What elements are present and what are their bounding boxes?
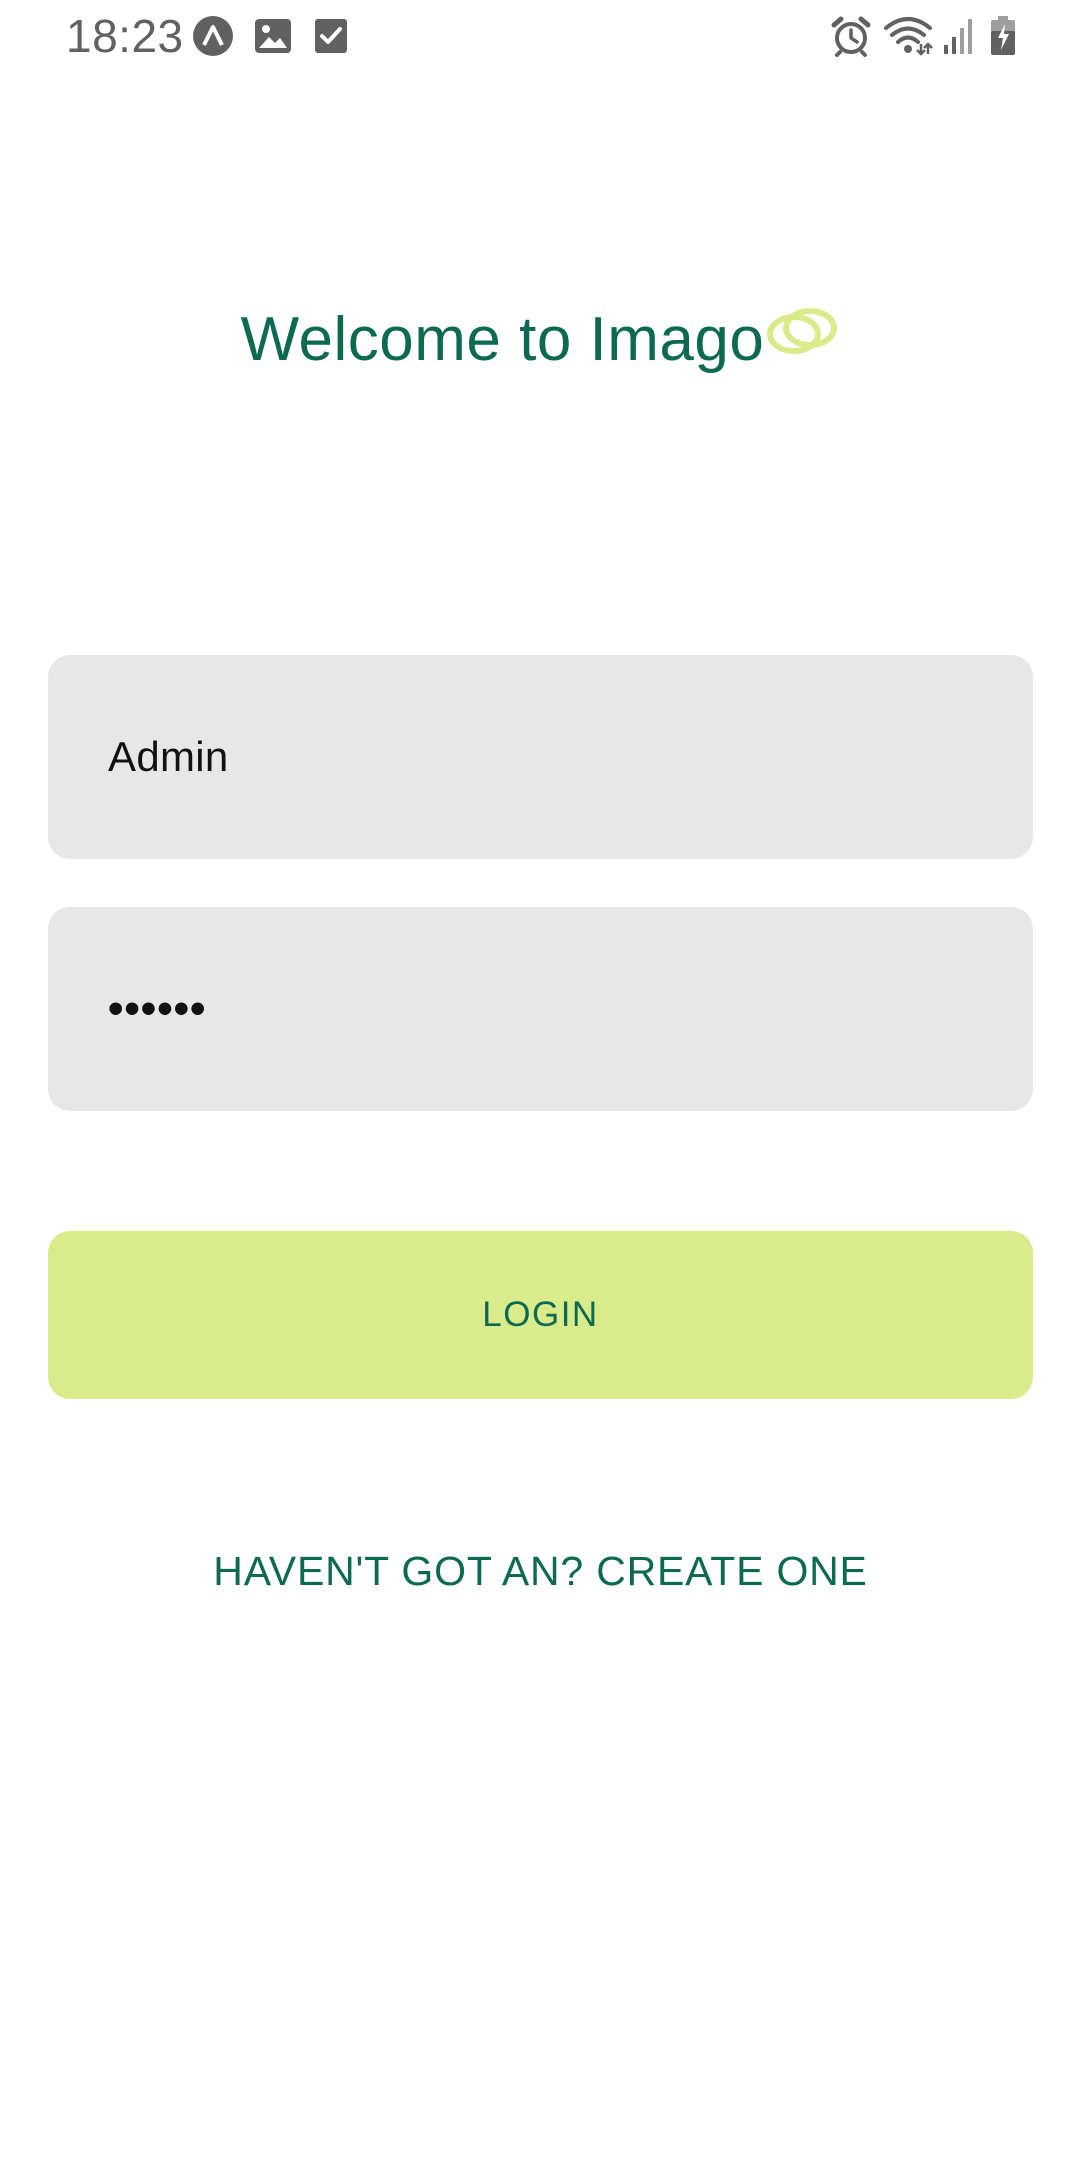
- interlocking-rings-logo-icon: [767, 308, 838, 354]
- status-time: 18:23: [66, 10, 184, 62]
- battery-charging-icon: [986, 14, 1020, 58]
- password-field[interactable]: ••••••: [48, 907, 1033, 1111]
- title-row: Welcome to Imago: [0, 300, 1081, 380]
- image-icon: [251, 14, 295, 58]
- status-bar: 18:23: [0, 0, 1081, 72]
- username-value: Admin: [108, 733, 229, 780]
- alarm-icon: [828, 14, 874, 58]
- expo-icon: [190, 14, 236, 58]
- password-value: ••••••: [108, 984, 207, 1033]
- wifi-icon: [882, 14, 934, 58]
- create-account-link[interactable]: HAVEN'T GOT AN? CREATE ONE: [0, 1548, 1081, 1595]
- login-button[interactable]: LOGIN: [48, 1231, 1033, 1399]
- login-button-label: LOGIN: [482, 1295, 599, 1334]
- checkbox-icon: [309, 14, 353, 58]
- username-field[interactable]: Admin: [48, 655, 1033, 859]
- signal-icon: [941, 14, 977, 58]
- page-title: Welcome to Imago: [240, 305, 765, 374]
